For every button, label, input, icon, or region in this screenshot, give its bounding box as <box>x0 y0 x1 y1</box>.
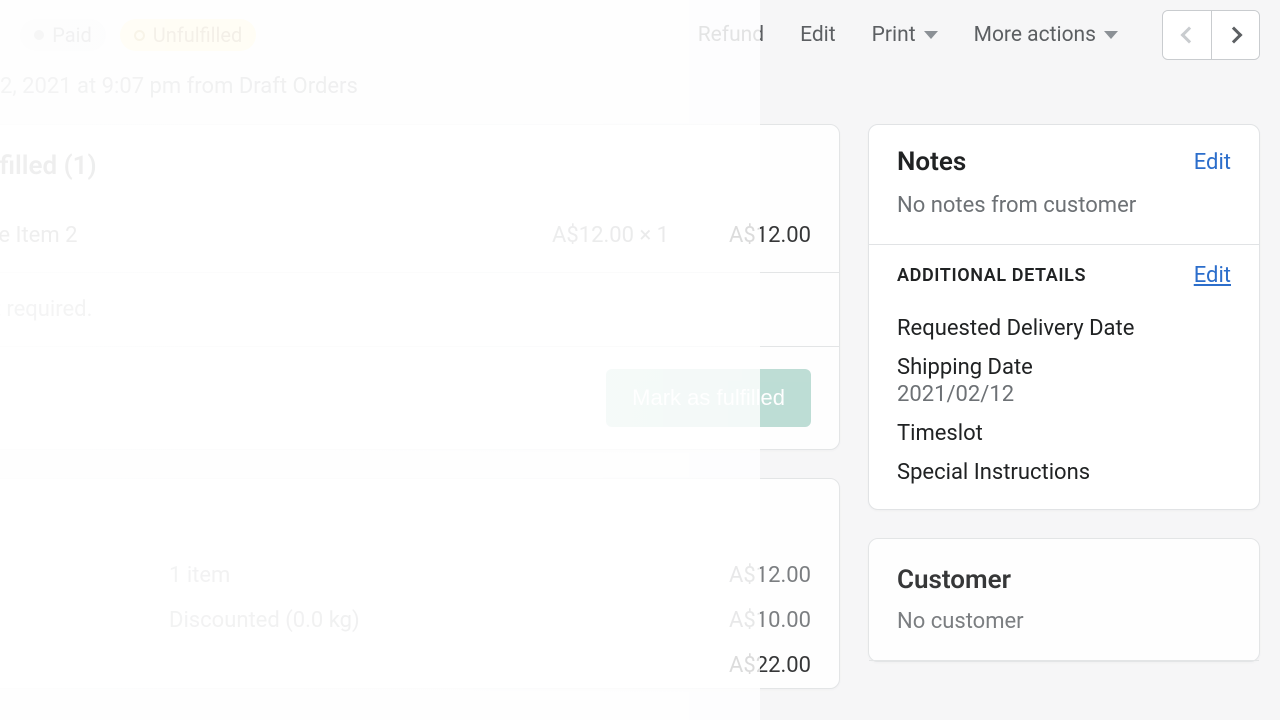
summary-card: d 1 item A$12.00 Discounted (0.0 kg) A$1… <box>0 478 840 689</box>
detail-timeslot-label: Timeslot <box>897 421 1231 446</box>
more-actions-dropdown[interactable]: More actions <box>974 23 1118 47</box>
more-actions-label: More actions <box>974 23 1096 47</box>
detail-shipping-date-label: Shipping Date <box>897 355 1231 380</box>
customer-card: Customer No customer <box>868 538 1260 662</box>
notes-empty-text: No notes from customer <box>869 193 1259 244</box>
line-item-rate: A$12.00 × 1 <box>552 223 669 248</box>
summary-items-value: A$12.00 <box>729 563 811 588</box>
badge-unfulfilled: Unfulfilled <box>120 19 257 51</box>
detail-shipping-date-value: 2021/02/12 <box>897 382 1231 407</box>
summary-total-value: A$22.00 <box>729 653 811 678</box>
summary-row: 1 item A$12.00 <box>0 553 839 598</box>
line-item-total: A$12.00 <box>729 223 811 248</box>
summary-discount-value: A$10.00 <box>729 608 811 633</box>
next-order-button[interactable] <box>1211 11 1259 59</box>
detail-instructions-label: Special Instructions <box>897 460 1231 485</box>
summary-row: A$22.00 <box>0 643 839 688</box>
shipping-note: not required. <box>0 273 839 346</box>
line-item-name: Line Item 2 <box>0 223 552 248</box>
dot-icon <box>34 30 44 40</box>
unfulfilled-card: fulfilled (1) Line Item 2 A$12.00 × 1 A$… <box>0 124 840 450</box>
chevron-right-icon <box>1225 27 1242 44</box>
summary-title: d <box>0 479 839 553</box>
badge-paid-label: Paid <box>52 23 92 47</box>
summary-discount-label: Discounted (0.0 kg) <box>169 608 729 633</box>
notes-card: Notes Edit No notes from customer ADDITI… <box>868 124 1260 510</box>
unfulfilled-title: fulfilled (1) <box>0 125 839 199</box>
additional-details-list: Requested Delivery Date Shipping Date 20… <box>869 296 1259 509</box>
divider <box>869 660 1259 661</box>
notes-edit-link[interactable]: Edit <box>1194 150 1231 175</box>
line-item-row: Line Item 2 A$12.00 × 1 A$12.00 <box>0 199 839 272</box>
badge-paid: Paid <box>20 19 106 51</box>
customer-title: Customer <box>869 539 1259 609</box>
prev-order-button[interactable] <box>1163 11 1211 59</box>
print-dropdown[interactable]: Print <box>872 23 938 47</box>
badge-unfulfilled-label: Unfulfilled <box>153 23 243 47</box>
detail-delivery-date-label: Requested Delivery Date <box>897 316 1231 341</box>
summary-items-label: 1 item <box>169 563 729 588</box>
edit-button[interactable]: Edit <box>800 23 836 47</box>
order-header: 002 Paid Unfulfilled Refund Edit Print M… <box>0 10 1280 99</box>
chevron-left-icon <box>1181 27 1198 44</box>
chevron-down-icon <box>924 31 938 39</box>
notes-title: Notes <box>897 147 966 177</box>
mark-fulfilled-button[interactable]: Mark as fulfilled <box>606 369 811 427</box>
pager <box>1162 10 1260 60</box>
print-label: Print <box>872 23 916 47</box>
header-actions: Refund Edit Print More actions <box>698 10 1260 60</box>
summary-row: Discounted (0.0 kg) A$10.00 <box>0 598 839 643</box>
additional-details-edit-link[interactable]: Edit <box>1194 263 1231 288</box>
chevron-down-icon <box>1104 31 1118 39</box>
summary-items-blank <box>0 563 169 588</box>
refund-button[interactable]: Refund <box>698 23 764 47</box>
customer-empty-text: No customer <box>869 609 1259 660</box>
ring-icon <box>134 30 145 41</box>
order-subtitle: uary 12, 2021 at 9:07 pm from Draft Orde… <box>0 74 1260 99</box>
additional-details-heading: ADDITIONAL DETAILS <box>897 265 1086 286</box>
